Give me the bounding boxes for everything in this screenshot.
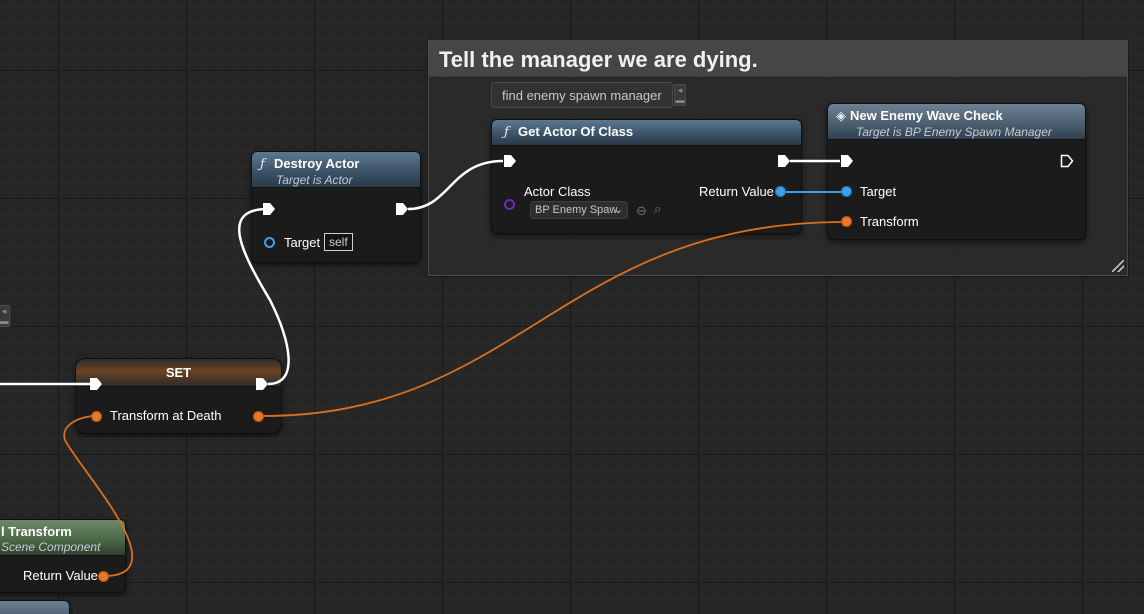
node-title: SET — [165, 365, 192, 380]
pin-bubble-icon[interactable]: ◂ ▬ — [674, 84, 686, 106]
exec-in-pin[interactable] — [840, 154, 854, 168]
node-comment-bubble[interactable]: find enemy spawn manager — [491, 82, 673, 108]
node-title: New Enemy Wave Check — [850, 108, 1003, 123]
exec-out-pin[interactable] — [777, 154, 791, 168]
function-icon: ƒ — [260, 157, 265, 172]
exec-in-pin[interactable] — [262, 202, 276, 216]
browse-icon[interactable]: ⌕ — [654, 201, 661, 217]
event-icon: ◈ — [836, 109, 846, 124]
node-title: Destroy Actor — [274, 156, 360, 171]
node-subtitle: Target is Actor — [276, 173, 353, 187]
pin-label: Transform — [860, 214, 919, 229]
comment-title[interactable]: Tell the manager we are dying. — [429, 41, 1127, 77]
blueprint-graph-canvas[interactable]: Tell the manager we are dying. find enem… — [0, 0, 1144, 614]
node-header: SET — [76, 359, 281, 387]
node-header: ◈ New Enemy Wave Check Target is BP Enemy… — [828, 104, 1085, 140]
node-header: l Transform Scene Component — [0, 520, 125, 556]
exec-out-pin[interactable] — [1060, 154, 1074, 168]
return-value-pin[interactable] — [98, 571, 109, 582]
offscreen-node[interactable] — [0, 600, 70, 614]
comment-resize-handle[interactable] — [1112, 260, 1124, 272]
transform-pin[interactable] — [841, 216, 852, 227]
target-pin[interactable] — [264, 237, 275, 248]
function-icon: ƒ — [504, 125, 509, 140]
actor-class-dropdown[interactable]: BP Enemy Spaw ⌄ — [530, 201, 628, 219]
pin-label: Transform at Death — [110, 408, 222, 423]
node-header: ƒ Destroy Actor Target is Actor — [252, 152, 420, 188]
node-subtitle: Scene Component — [1, 540, 101, 554]
actor-class-pin[interactable] — [504, 199, 515, 210]
pin-label: Return Value — [699, 184, 774, 199]
return-value-pin[interactable] — [775, 186, 786, 197]
node-header: ƒ Get Actor Of Class — [492, 120, 801, 146]
exec-in-pin[interactable] — [503, 154, 517, 168]
chevron-down-icon: ⌄ — [613, 204, 623, 216]
target-default-field[interactable]: self — [324, 233, 353, 251]
node-subtitle: Target is BP Enemy Spawn Manager — [856, 125, 1052, 139]
transform-out-pin[interactable] — [253, 411, 264, 422]
pin-label: Return Value — [23, 568, 98, 583]
target-pin[interactable] — [841, 186, 852, 197]
pin-bubble-icon[interactable]: ◂ ▬ — [0, 305, 10, 327]
exec-in-pin[interactable] — [89, 377, 103, 391]
pin-label: Target — [860, 184, 897, 199]
node-title: l Transform — [1, 524, 72, 539]
transform-in-pin[interactable] — [91, 411, 102, 422]
exec-out-pin[interactable] — [255, 377, 269, 391]
use-selected-icon[interactable]: ⊖ — [636, 203, 647, 219]
pin-label: Target — [284, 235, 321, 250]
exec-out-pin[interactable] — [395, 202, 409, 216]
dropdown-value: BP Enemy Spaw — [535, 204, 618, 216]
node-title: Get Actor Of Class — [518, 124, 634, 139]
node-header — [0, 601, 69, 614]
pin-label: Actor Class — [524, 184, 591, 199]
